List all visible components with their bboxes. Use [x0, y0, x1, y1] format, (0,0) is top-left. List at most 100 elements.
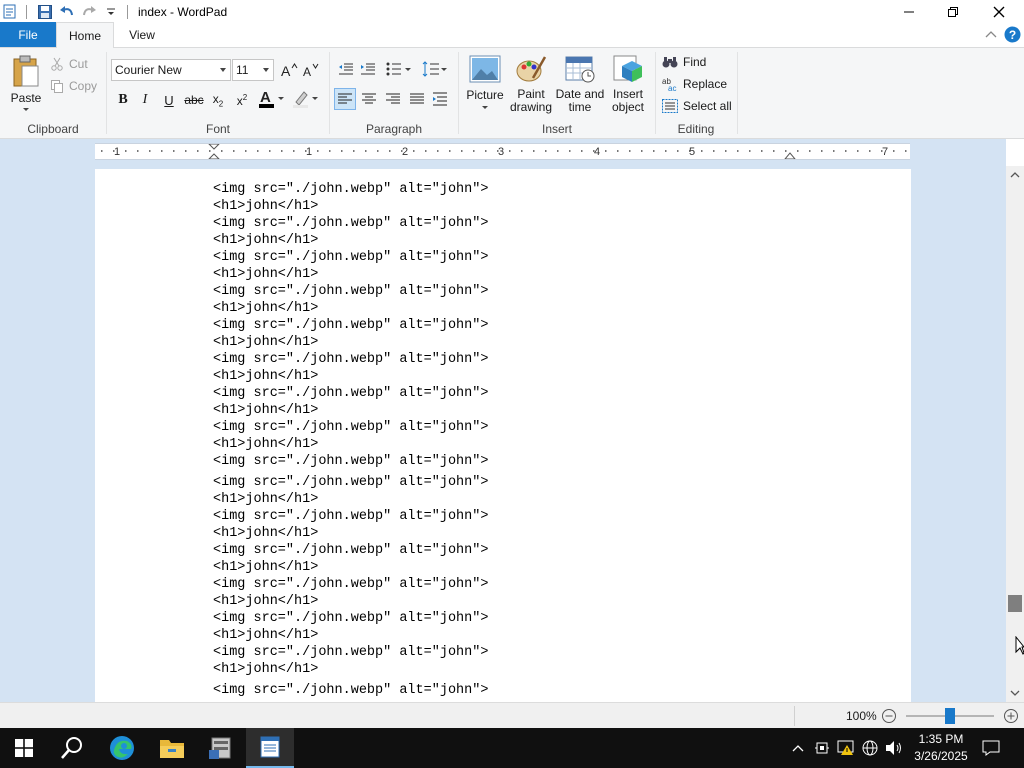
picture-button[interactable]: Picture	[465, 54, 505, 118]
align-right-button[interactable]	[382, 88, 404, 110]
ruler-tick	[893, 150, 895, 152]
taskbar-edge-button[interactable]	[98, 728, 146, 768]
line-spacing-button[interactable]	[420, 59, 450, 79]
ruler-tick	[365, 150, 367, 152]
system-clock[interactable]: 1:35 PM 3/26/2025	[910, 731, 972, 765]
document-line: <img src="./john.webp" alt="john">	[213, 420, 489, 435]
action-center-icon[interactable]	[980, 738, 1002, 758]
align-center-button[interactable]	[358, 88, 380, 110]
document-line: <img src="./john.webp" alt="john">	[213, 543, 489, 558]
date-time-button[interactable]: Date and time	[555, 54, 605, 118]
taskbar-file-explorer-button[interactable]	[148, 728, 196, 768]
scroll-up-chevron-icon[interactable]	[1006, 166, 1024, 184]
text-color-button[interactable]: A	[257, 88, 287, 110]
justify-button[interactable]	[406, 88, 428, 110]
paragraph-settings-button[interactable]	[430, 88, 452, 110]
wordpad-icon	[260, 736, 280, 758]
font-size-chevron-down-icon	[263, 68, 269, 72]
customize-qat-chevron-icon[interactable]	[101, 2, 121, 22]
undo-icon[interactable]	[57, 2, 77, 22]
ruler-tick	[665, 150, 667, 152]
align-right-icon	[386, 93, 400, 104]
bold-button[interactable]: B	[113, 90, 133, 110]
ruler[interactable]: 1 1 2 3 4 5 7	[95, 143, 910, 160]
ruler-tick	[629, 150, 631, 152]
tab-home[interactable]: Home	[56, 22, 114, 48]
ruler-number: 5	[689, 146, 695, 158]
taskbar: 1:35 PM 3/26/2025	[0, 728, 1024, 768]
document-text[interactable]: <img src="./john.webp" alt="john"> <h1>jo…	[213, 181, 488, 699]
bullet-list-button[interactable]	[384, 59, 414, 79]
vertical-scrollbar[interactable]	[1006, 166, 1024, 702]
insert-object-button[interactable]: Insert object	[607, 54, 649, 118]
minimize-button[interactable]	[886, 0, 932, 24]
text-color-icon: A	[259, 89, 284, 108]
volume-icon[interactable]	[884, 738, 904, 758]
tab-file[interactable]: File	[0, 22, 56, 47]
font-size-select[interactable]: 11	[232, 59, 274, 81]
show-hidden-icons-chevron-icon[interactable]	[788, 738, 808, 758]
strikethrough-icon: abc	[184, 93, 204, 107]
replace-button[interactable]: ab ac Replace	[662, 75, 734, 93]
tray-warning-monitor-icon[interactable]	[836, 738, 856, 758]
ruler-tick	[797, 150, 799, 152]
underline-button[interactable]: U	[159, 90, 179, 110]
ruler-tick	[701, 150, 703, 152]
subscript-button[interactable]: x2	[207, 90, 229, 110]
align-left-button[interactable]	[334, 88, 356, 110]
grow-font-button[interactable]: A	[279, 60, 299, 80]
cut-button[interactable]: Cut	[50, 55, 98, 73]
document-page[interactable]: <img src="./john.webp" alt="john"> <h1>jo…	[95, 169, 911, 702]
superscript-button[interactable]: x2	[231, 90, 253, 110]
save-icon[interactable]	[35, 2, 55, 22]
font-family-select[interactable]: Courier New	[111, 59, 231, 81]
wordpad-app-icon[interactable]	[0, 2, 20, 22]
ruler-tick	[785, 150, 787, 152]
minimize-ribbon-chevron-icon[interactable]	[982, 25, 1000, 43]
paste-button[interactable]: Paste	[6, 52, 46, 114]
search-button[interactable]	[48, 728, 96, 768]
network-globe-icon[interactable]	[860, 738, 880, 758]
close-button[interactable]	[976, 0, 1022, 24]
help-icon[interactable]: ?	[1003, 25, 1021, 43]
bold-icon: B	[118, 92, 128, 107]
taskbar-server-manager-button[interactable]	[197, 728, 245, 768]
select-all-button[interactable]: Select all	[662, 97, 736, 115]
ribbon: Paste Cut Copy Clipboard Courier New 11 …	[0, 47, 1024, 139]
ruler-tick	[869, 150, 871, 152]
zoom-in-button[interactable]	[1002, 707, 1020, 725]
underline-icon: U	[164, 92, 174, 108]
paragraph-settings-icon	[433, 92, 447, 106]
scrollbar-thumb[interactable]	[1008, 595, 1022, 612]
shrink-font-button[interactable]: A	[301, 60, 321, 80]
taskbar-wordpad-button[interactable]	[246, 728, 294, 768]
copy-icon	[51, 80, 63, 93]
replace-label: Replace	[683, 77, 728, 91]
tab-view[interactable]: View	[116, 22, 168, 47]
ruler-tick	[329, 150, 331, 152]
find-label: Find	[683, 55, 707, 69]
date-time-label: Date and time	[556, 88, 605, 114]
zoom-slider-thumb[interactable]	[945, 708, 955, 724]
ruler-tick	[581, 150, 583, 152]
decrease-indent-button[interactable]	[336, 59, 356, 79]
find-button[interactable]: Find	[662, 53, 732, 71]
paint-drawing-button[interactable]: Paint drawing	[509, 54, 553, 118]
maximize-button[interactable]	[930, 0, 976, 24]
increase-indent-button[interactable]	[358, 59, 378, 79]
justify-icon	[410, 93, 424, 104]
strikethrough-button[interactable]: abc	[183, 90, 205, 110]
tray-device-icon[interactable]	[812, 738, 832, 758]
zoom-out-button[interactable]	[880, 707, 898, 725]
copy-button[interactable]: Copy	[50, 77, 102, 95]
svg-text:?: ?	[1008, 28, 1015, 42]
italic-button[interactable]: I	[135, 90, 155, 110]
redo-icon[interactable]	[79, 2, 99, 22]
highlight-color-button[interactable]	[291, 88, 321, 110]
start-button[interactable]	[0, 728, 48, 768]
scroll-down-chevron-icon[interactable]	[1006, 684, 1024, 702]
windows-logo-icon	[15, 739, 33, 757]
ruler-scale: 1 1 2 3 4 5 7	[101, 143, 907, 160]
right-indent-marker	[783, 152, 797, 160]
document-line: <h1>john</h1>	[213, 369, 319, 384]
